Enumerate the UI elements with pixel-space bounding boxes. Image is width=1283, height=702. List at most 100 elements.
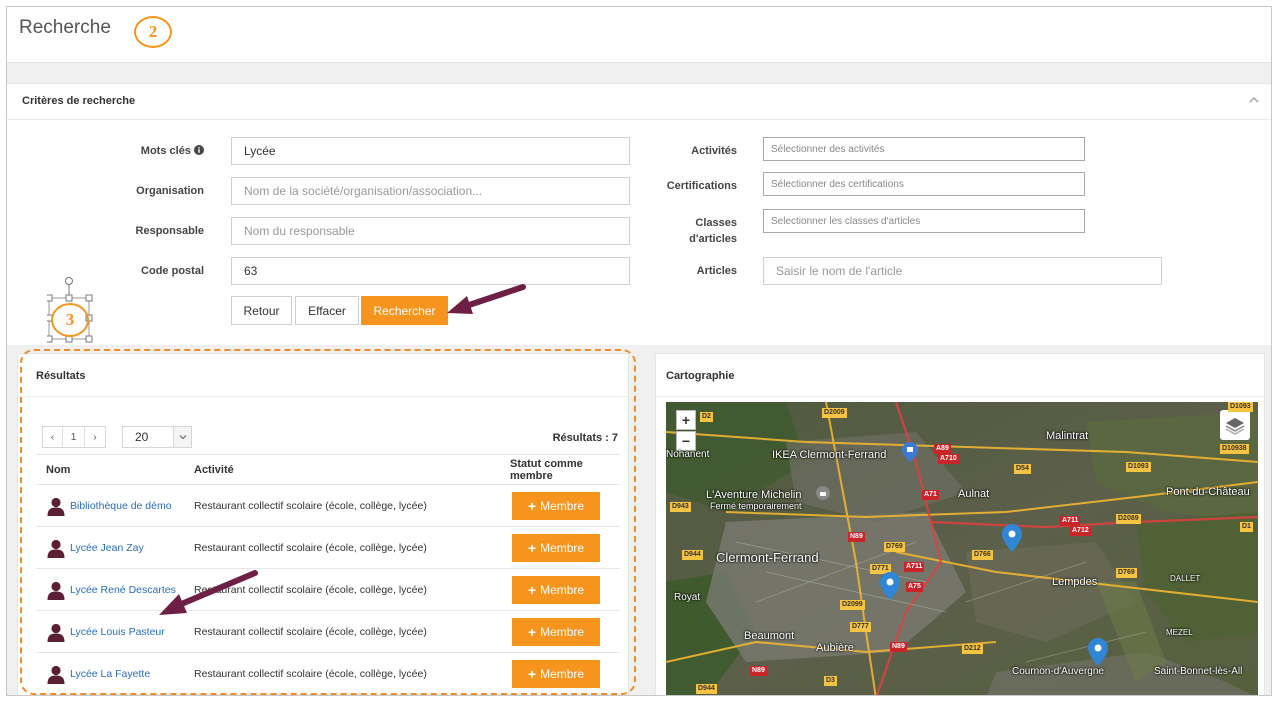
column-header-status[interactable]: Statut comme membre <box>504 454 620 485</box>
table-row: Bibliothèque de démo Restaurant collectif… <box>36 484 620 527</box>
map-marker-icon[interactable] <box>1088 638 1108 666</box>
road-label: D769 <box>884 542 905 552</box>
pagination: ‹ 1 › <box>42 426 106 448</box>
road-label: D766 <box>972 550 993 560</box>
classes-select[interactable]: Selectionner les classes d'articles <box>763 209 1085 233</box>
layers-icon[interactable] <box>1220 410 1250 440</box>
road-label: D2009 <box>822 408 847 418</box>
certifications-select[interactable]: Sélectionner des certifications <box>763 172 1085 196</box>
road-label: A89 <box>934 444 951 454</box>
member-label: Membre <box>540 666 585 681</box>
map-view[interactable]: + − Malintrat IKEA Clermont-Ferrand L'Av… <box>666 402 1258 695</box>
member-label: Membre <box>540 498 585 513</box>
zoom-in-button[interactable]: + <box>676 410 696 430</box>
plus-icon: + <box>527 623 537 640</box>
chevron-up-icon[interactable] <box>1247 93 1261 107</box>
result-name-link[interactable]: Bibliothèque de démo <box>46 496 194 516</box>
result-name-link[interactable]: Lycée La Fayette <box>46 664 194 684</box>
member-button[interactable]: + Membre <box>512 533 600 562</box>
responsable-label: Responsable <box>135 225 204 237</box>
result-name-link[interactable]: Lycée Louis Pasteur <box>46 622 194 642</box>
road-label: D1 <box>1240 522 1253 532</box>
map-label-aulnat: Aulnat <box>958 488 990 500</box>
prev-page-button[interactable]: ‹ <box>43 427 63 447</box>
member-button[interactable]: + Membre <box>512 491 600 520</box>
status-cell: + Membre <box>504 526 620 569</box>
road-label: D777 <box>850 622 871 632</box>
road-label: D1093 <box>1228 402 1253 412</box>
member-label: Membre <box>540 540 585 555</box>
search-button[interactable]: Rechercher <box>361 296 448 325</box>
result-name: Lycée Jean Zay <box>70 541 144 554</box>
member-button[interactable]: + Membre <box>512 575 600 604</box>
zoom-out-button[interactable]: − <box>676 431 696 451</box>
next-page-button[interactable]: › <box>85 427 105 447</box>
chevron-down-icon <box>173 427 191 447</box>
activities-select[interactable]: Sélectionner des activités <box>763 137 1085 161</box>
result-name-link[interactable]: Lycée Jean Zay <box>46 538 194 558</box>
articles-input[interactable]: Saisir le nom de l'article <box>763 257 1162 285</box>
keywords-input[interactable]: Lycée <box>231 137 630 165</box>
name-cell: Lycée La Fayette <box>36 652 194 695</box>
postal-code-input[interactable]: 63 <box>231 257 630 285</box>
map-label-closed: Fermé temporairement <box>710 501 802 511</box>
member-button[interactable]: + Membre <box>512 659 600 688</box>
classes-label-line2: d'articles <box>689 233 737 245</box>
activity-cell: Restaurant collectif scolaire (école, co… <box>194 526 504 569</box>
results-body: Bibliothèque de démo Restaurant collectif… <box>36 484 620 695</box>
road-label: A75 <box>906 582 923 592</box>
classes-label-line1: Classes <box>695 217 737 229</box>
plus-icon: + <box>527 497 537 514</box>
back-button[interactable]: Retour <box>231 296 292 325</box>
avatar-icon <box>47 665 65 684</box>
column-header-activity[interactable]: Activité <box>194 454 504 485</box>
name-cell: Bibliothèque de démo <box>36 484 194 527</box>
search-criteria-panel: Critères de recherche Mots clés Lycée Or… <box>7 83 1271 345</box>
road-label: D944 <box>682 550 703 560</box>
road-label: N89 <box>750 666 767 676</box>
column-header-name[interactable]: Nom <box>36 454 194 485</box>
road-label: A711 <box>1060 516 1081 526</box>
road-label: A71 <box>922 490 939 500</box>
criteria-header[interactable]: Critères de recherche <box>7 84 1271 120</box>
result-name: Lycée Louis Pasteur <box>70 625 165 638</box>
app-frame: Recherche 2 Critères de recherche Mots c… <box>6 6 1272 696</box>
map-label-saint-bonnet: Saint-Bonnet-lès-All <box>1154 666 1243 677</box>
results-title: Résultats <box>36 370 86 382</box>
road-label: D1093 <box>1126 462 1151 472</box>
organisation-label: Organisation <box>136 185 204 197</box>
organisation-input[interactable]: Nom de la société/organisation/associati… <box>231 177 630 205</box>
page-size-value: 20 <box>135 430 149 444</box>
responsable-input[interactable]: Nom du responsable <box>231 217 630 245</box>
status-cell: + Membre <box>504 652 620 695</box>
road-label: D2099 <box>840 600 865 610</box>
clear-button[interactable]: Effacer <box>295 296 359 325</box>
member-button[interactable]: + Membre <box>512 617 600 646</box>
map-marker-icon[interactable] <box>1002 524 1022 552</box>
step-badge-3: 3 <box>51 303 89 337</box>
road-label: D769 <box>1116 568 1137 578</box>
activity-cell: Restaurant collectif scolaire (école, co… <box>194 484 504 527</box>
name-cell: Lycée Jean Zay <box>36 526 194 569</box>
divider <box>18 396 628 397</box>
map-label-cournon: Cournon-d'Auvergne <box>1012 666 1104 677</box>
result-name: Bibliothèque de démo <box>70 499 172 512</box>
page-title: Recherche <box>19 17 111 38</box>
page-number[interactable]: 1 <box>63 427 85 447</box>
plus-icon: + <box>527 581 537 598</box>
page-size-select[interactable]: 20 <box>122 426 192 448</box>
road-label: A711 <box>904 562 925 572</box>
annotation-arrow <box>447 284 526 314</box>
criteria-title: Critères de recherche <box>22 95 136 107</box>
shopping-pin-icon <box>902 442 918 462</box>
articles-label: Articles <box>696 265 737 277</box>
table-row: Lycée Louis Pasteur Restaurant collectif … <box>36 610 620 653</box>
map-marker-icon[interactable] <box>880 572 900 600</box>
road-label: D3 <box>824 676 837 686</box>
map-label-nohanent: Nohanent <box>666 449 710 460</box>
map-label-aubiere: Aubière <box>816 642 854 654</box>
activity-cell: Restaurant collectif scolaire (école, co… <box>194 652 504 695</box>
step-badge-2: 2 <box>134 16 172 48</box>
status-cell: + Membre <box>504 610 620 653</box>
results-panel: Résultats ‹ 1 › 20 Résultats : 7 Nom Act… <box>17 353 629 695</box>
